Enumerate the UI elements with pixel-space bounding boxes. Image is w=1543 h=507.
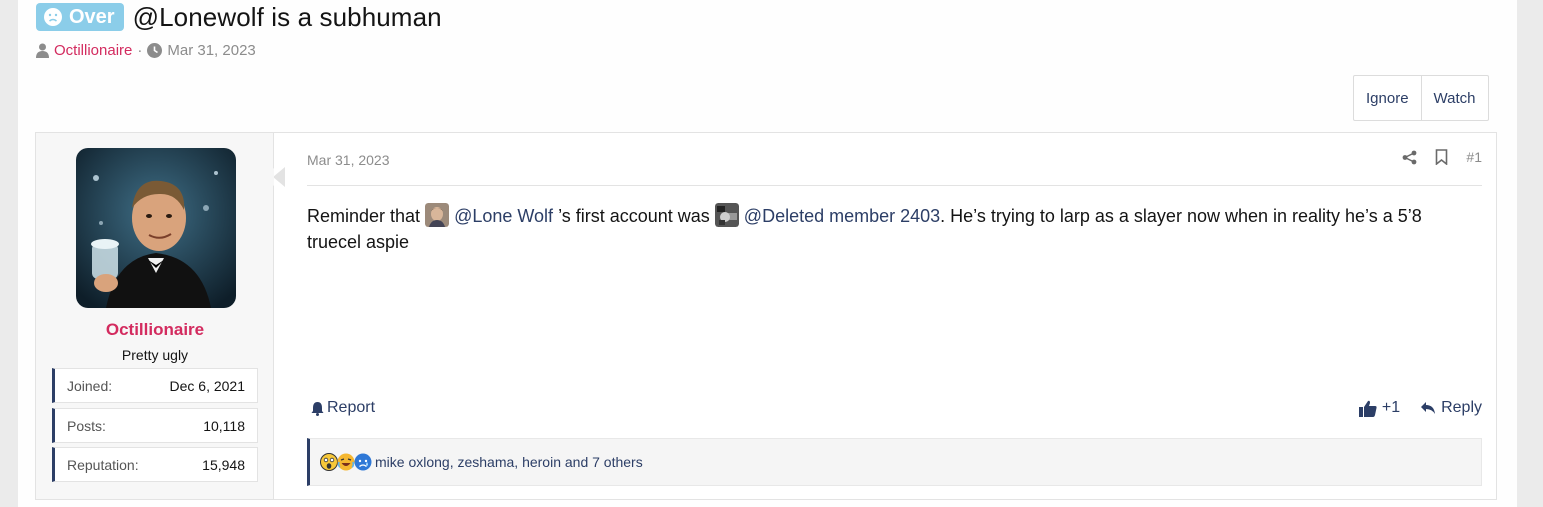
stat-label: Reputation: [67, 456, 139, 473]
laughing-emoji-icon [337, 453, 355, 471]
like-button[interactable]: +1 [1358, 399, 1401, 417]
post-number-link[interactable]: #1 [1466, 149, 1482, 165]
avatar[interactable] [76, 148, 236, 308]
report-label: Report [327, 399, 376, 416]
footer-actions: +1 Reply [1358, 399, 1482, 417]
post-username[interactable]: Octillionaire [36, 320, 274, 340]
stat-joined: Joined: Dec 6, 2021 [52, 368, 258, 403]
thread-actions: Ignore Watch [1353, 75, 1489, 121]
page: Over @Lonewolf is a subhuman Octillionai… [18, 0, 1517, 507]
thread-date[interactable]: Mar 31, 2023 [167, 42, 255, 59]
bookmark-icon[interactable] [1435, 149, 1448, 165]
clock-icon [147, 43, 163, 58]
post-divider [307, 185, 1482, 186]
avatar-image [76, 148, 236, 308]
meta-separator: · [137, 42, 143, 59]
user-title: Pretty ugly [121, 347, 189, 363]
reply-icon [1421, 402, 1436, 414]
post: Octillionaire Pretty ugly Joined: Dec 6,… [35, 132, 1497, 500]
share-icon[interactable] [1402, 150, 1417, 165]
stat-reputation: Reputation: 15,948 [52, 447, 258, 482]
thread-header: Over @Lonewolf is a subhuman [36, 0, 442, 34]
mention-lone-wolf[interactable]: @Lone Wolf [454, 206, 553, 226]
stat-value: 15,948 [202, 456, 245, 473]
thread-author-link[interactable]: Octillionaire [54, 42, 132, 59]
reaction-icons [320, 453, 372, 471]
post-body: Reminder that @Lone Wolf ’s first accoun… [307, 203, 1467, 255]
user-cell-arrow [263, 167, 285, 187]
stat-label: Posts: [67, 417, 106, 434]
shocked-emoji-icon [320, 453, 338, 471]
thumbs-up-icon [1358, 400, 1377, 417]
watch-button[interactable]: Watch [1420, 76, 1488, 120]
thread-prefix-label: Over [69, 5, 115, 28]
post-text: ’s first account was [553, 206, 715, 226]
thread-meta: Octillionaire · Mar 31, 2023 [36, 42, 256, 59]
thread-prefix-badge[interactable]: Over [36, 3, 124, 31]
bell-icon [311, 401, 324, 416]
post-footer: Report +1 Reply [307, 399, 1482, 419]
stat-posts: Posts: 10,118 [52, 408, 258, 443]
sad-emoji-icon [354, 453, 372, 471]
reply-button[interactable]: Reply [1420, 399, 1482, 417]
stat-value: Dec 6, 2021 [169, 377, 246, 394]
reactions-bar[interactable]: mike oxlong, zeshama, heroin and 7 other… [307, 438, 1482, 486]
like-label: +1 [1381, 399, 1401, 416]
mention-avatar [425, 203, 450, 227]
stat-value: 10,118 [203, 417, 245, 434]
sad-face-icon [44, 8, 62, 26]
user-cell: Octillionaire Pretty ugly Joined: Dec 6,… [36, 133, 274, 499]
thread-title: @Lonewolf is a subhuman [132, 1, 442, 32]
post-tools: #1 [1402, 149, 1482, 165]
mention-avatar [714, 203, 739, 227]
post-main: Mar 31, 2023 #1 Reminder that @Lone Wolf… [289, 133, 1482, 499]
report-link[interactable]: Report [311, 399, 375, 417]
post-date[interactable]: Mar 31, 2023 [307, 152, 390, 168]
mention-deleted-member[interactable]: @Deleted member 2403 [744, 206, 940, 226]
reactions-text[interactable]: mike oxlong, zeshama, heroin and 7 other… [375, 454, 643, 470]
post-text: Reminder that [307, 206, 426, 226]
stat-label: Joined: [67, 377, 113, 394]
user-icon [36, 43, 49, 58]
reply-label: Reply [1441, 399, 1482, 416]
ignore-button[interactable]: Ignore [1354, 76, 1421, 120]
